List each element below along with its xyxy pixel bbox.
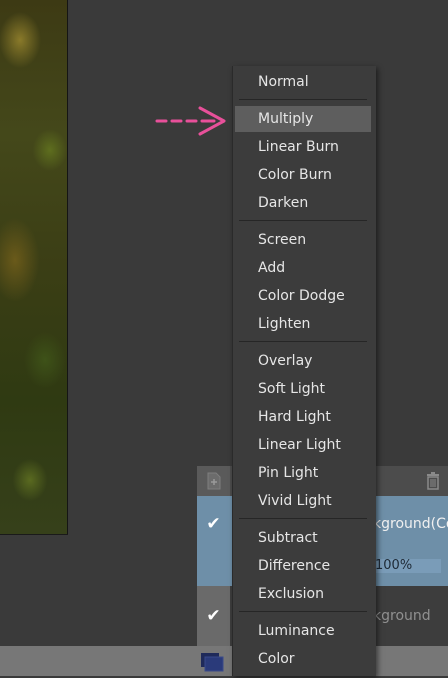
opacity-slider[interactable]: 100% <box>373 559 441 573</box>
menu-separator <box>239 611 367 612</box>
menu-item-pin-light[interactable]: Pin Light <box>235 460 371 486</box>
layer-name: kground <box>373 608 431 624</box>
menu-separator <box>239 220 367 221</box>
menu-separator <box>239 99 367 100</box>
menu-item-color-burn[interactable]: Color Burn <box>235 162 371 188</box>
menu-item-linear-burn[interactable]: Linear Burn <box>235 134 371 160</box>
menu-item-darken[interactable]: Darken <box>235 190 371 216</box>
new-layer-button[interactable] <box>197 466 230 496</box>
opacity-value: 100% <box>375 559 413 573</box>
canvas-border <box>0 534 68 535</box>
checkmark-icon: ✔ <box>206 514 221 534</box>
menu-item-lighten[interactable]: Lighten <box>235 311 371 337</box>
visibility-checkbox[interactable]: ✔ <box>197 586 230 646</box>
menu-item-soft-light[interactable]: Soft Light <box>235 376 371 402</box>
menu-item-overlay[interactable]: Overlay <box>235 348 371 374</box>
new-layer-icon <box>207 472 220 490</box>
menu-item-add[interactable]: Add <box>235 255 371 281</box>
menu-item-linear-light[interactable]: Linear Light <box>235 432 371 458</box>
visibility-checkbox[interactable]: ✔ <box>197 496 230 586</box>
menu-separator <box>239 518 367 519</box>
menu-separator <box>239 341 367 342</box>
trash-icon <box>427 472 439 490</box>
menu-item-normal[interactable]: Normal <box>235 69 371 95</box>
menu-item-color-dodge[interactable]: Color Dodge <box>235 283 371 309</box>
arrow-icon <box>155 106 226 136</box>
menu-item-vivid-light[interactable]: Vivid Light <box>235 488 371 514</box>
menu-item-exclusion[interactable]: Exclusion <box>235 581 371 607</box>
blend-mode-menu: Normal Multiply Linear Burn Color Burn Darke… <box>232 66 376 676</box>
menu-item-screen[interactable]: Screen <box>235 227 371 253</box>
layer-thumbnail-icon[interactable] <box>199 649 227 674</box>
menu-item-multiply[interactable]: Multiply <box>235 106 371 132</box>
checkmark-icon: ✔ <box>206 606 221 626</box>
menu-item-subtract[interactable]: Subtract <box>235 525 371 551</box>
menu-item-hard-light[interactable]: Hard Light <box>235 404 371 430</box>
menu-item-color[interactable]: Color <box>235 646 371 672</box>
menu-item-luminance[interactable]: Luminance <box>235 618 371 644</box>
delete-layer-button[interactable] <box>418 466 448 496</box>
layer-name: kground(Co <box>373 516 448 532</box>
canvas-image[interactable] <box>0 0 68 534</box>
menu-item-difference[interactable]: Difference <box>235 553 371 579</box>
